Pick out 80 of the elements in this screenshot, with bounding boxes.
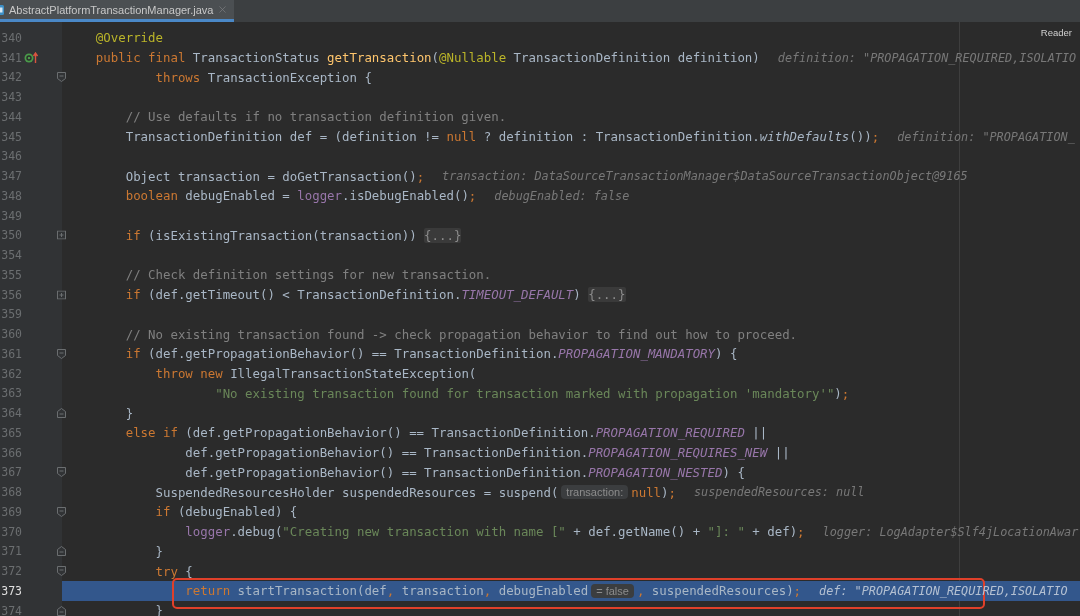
override-arrow-icon[interactable] — [24, 51, 38, 64]
line-number: 359 — [0, 307, 22, 322]
code-text: SuspendedResourcesHolder suspendedResources = suspend( — [154, 484, 559, 500]
code-text: logger.debug("Creating new transaction with name [" + def.getName() + "]: " + def); — [184, 524, 805, 540]
editor-tab[interactable]: AbstractPlatformTransactionManager.java — [0, 0, 235, 22]
inline-hint: definition: "PROPAGATION_REQUIRED,ISOLATIO — [777, 50, 1077, 65]
code-text: null); — [631, 484, 676, 500]
line-number: 361 — [0, 346, 22, 361]
line-number: 347 — [0, 169, 22, 184]
line-number: 368 — [0, 485, 22, 500]
inline-hint: definition: "PROPAGATION_ — [897, 129, 1075, 144]
code-text: @Override — [94, 30, 163, 46]
line-number: 340 — [0, 30, 22, 45]
line-number: 346 — [0, 149, 22, 164]
code-text: boolean debugEnabled = logger.isDebugEnabled(); — [124, 188, 477, 204]
fold-icon[interactable] — [57, 605, 66, 616]
inline-hint: transaction: DataSourceTransactionManager$DataSourceTransactionObject@9165 — [442, 169, 968, 184]
line-number: 373 — [0, 583, 22, 598]
inline-hint: logger: LogAdapter$Slf4jLocationAwar — [822, 524, 1079, 539]
fold-icon[interactable] — [57, 348, 66, 359]
fold-icon[interactable] — [57, 408, 66, 419]
code-text: if (def.getPropagationBehavior() == TransactionDefinition.PROPAGATION_MANDATORY) { — [124, 346, 738, 362]
line-number: 374 — [0, 603, 22, 616]
fold-icon[interactable] — [57, 506, 66, 517]
code-text: throws TransactionException { — [154, 69, 372, 85]
fold-icon[interactable] — [57, 546, 66, 557]
code-text: } — [154, 543, 163, 559]
line-number: 355 — [0, 267, 22, 282]
inline-hint: debugEnabled: false — [494, 188, 630, 203]
line-number: 372 — [0, 564, 22, 579]
folded-code[interactable]: {...} — [588, 287, 626, 303]
fold-icon[interactable] — [57, 566, 66, 577]
expand-icon[interactable] — [57, 290, 66, 300]
code-text: TransactionDefinition def = (definition != null ? definition : TransactionDefinition.withDefaults()); — [124, 129, 880, 145]
code-text: , suspendedResources); — [636, 583, 802, 599]
line-number: 349 — [0, 208, 22, 223]
line-number: 345 — [0, 129, 22, 144]
parameter-hint: transaction: — [561, 485, 629, 500]
fold-icon[interactable] — [57, 467, 66, 478]
line-number: 360 — [0, 327, 22, 342]
expand-icon[interactable] — [57, 230, 66, 240]
line-number: 356 — [0, 287, 22, 302]
line-number: 362 — [0, 366, 22, 381]
fold-icon[interactable] — [57, 72, 66, 83]
line-number: 371 — [0, 544, 22, 559]
code-text: if (isExistingTransaction(transaction)) — [124, 227, 418, 243]
line-number: 365 — [0, 425, 22, 440]
code-text: Object transaction = doGetTransaction(); — [124, 168, 425, 184]
code-text: // Use defaults if no transaction definition given. — [124, 109, 507, 125]
code-text: try { — [154, 563, 193, 579]
line-number: 342 — [0, 70, 22, 85]
code-text: def.getPropagationBehavior() == TransactionDefinition.PROPAGATION_NESTED) { — [184, 464, 745, 480]
code-text: return startTransaction(def, transaction, debugEnabled — [184, 583, 589, 599]
code-text: else if (def.getPropagationBehavior() == TransactionDefinition.PROPAGATION_REQUIRED || — [124, 425, 768, 441]
code-text: if (debugEnabled) { — [154, 504, 298, 520]
inline-hint: suspendedResources: null — [694, 485, 865, 500]
line-number: 341 — [0, 50, 22, 65]
folded-code[interactable]: {...} — [424, 227, 462, 243]
reader-mode-label[interactable]: Reader — [1040, 27, 1072, 38]
line-number: 350 — [0, 228, 22, 243]
code-text: if (def.getTimeout() < TransactionDefinition.TIMEOUT_DEFAULT) — [124, 287, 582, 303]
parameter-hint: = false — [591, 583, 634, 598]
line-number: 369 — [0, 504, 22, 519]
line-number: 370 — [0, 524, 22, 539]
code-text: // Check definition settings for new transaction. — [124, 267, 492, 283]
close-icon[interactable] — [217, 4, 229, 15]
line-number: 344 — [0, 109, 22, 124]
code-text: def.getPropagationBehavior() == TransactionDefinition.PROPAGATION_REQUIRES_NEW || — [184, 445, 790, 461]
line-number: 367 — [0, 465, 22, 480]
line-number: 343 — [0, 90, 22, 105]
line-number: 366 — [0, 445, 22, 460]
code-text: throw new IllegalTransactionStateException( — [154, 366, 477, 382]
line-number: 348 — [0, 188, 22, 203]
line-number: 354 — [0, 248, 22, 263]
line-number: 364 — [0, 406, 22, 421]
code-text: "No existing transaction found for transaction marked with propagation 'mandatory'"); — [214, 385, 850, 401]
code-text: // No existing transaction found -> check propagation behavior to find out how to proceed. — [124, 326, 798, 342]
code-text: } — [124, 405, 134, 421]
code-text: public final TransactionStatus getTransaction(@Nullable TransactionDefinition definition) — [94, 50, 760, 66]
line-number: 363 — [0, 386, 22, 401]
